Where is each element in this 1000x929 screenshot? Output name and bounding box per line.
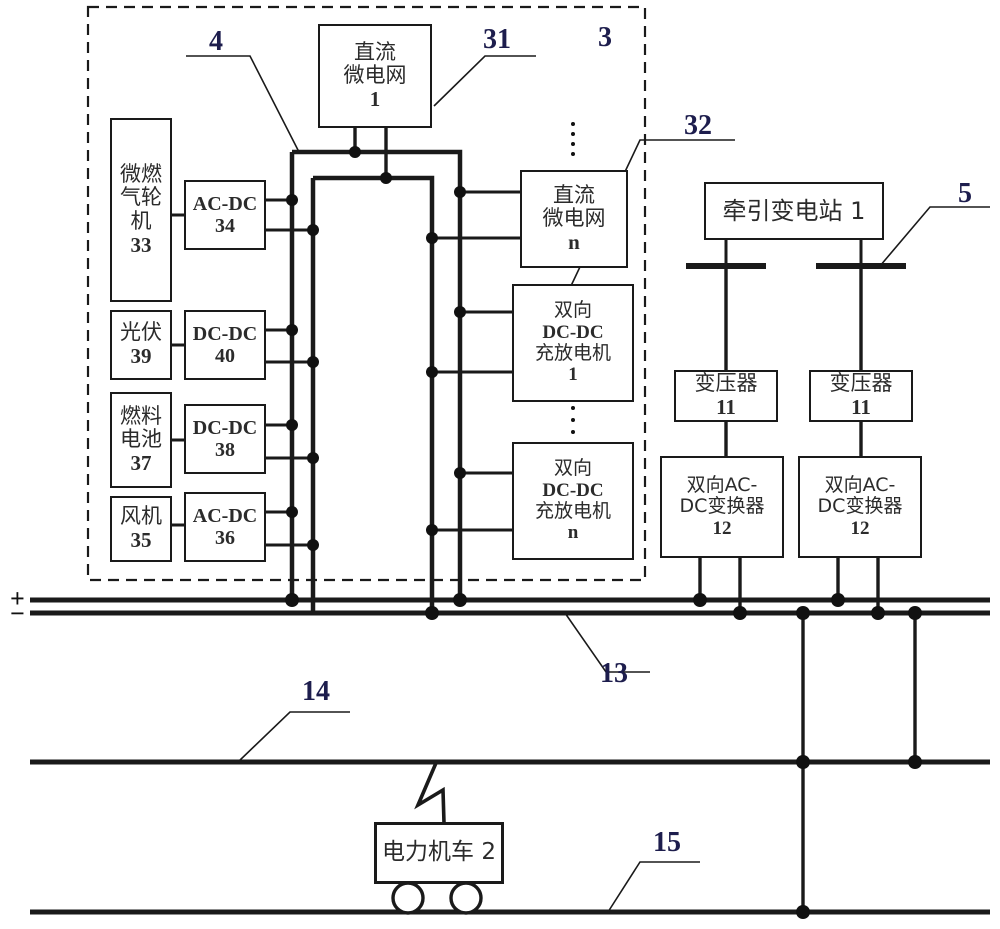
leader-14 <box>237 711 350 763</box>
transformer-right-label: 变压器 <box>829 371 893 396</box>
charger-n-line1: 双向 <box>553 457 592 480</box>
transformer-left-block[interactable]: 变压器 11 <box>674 370 778 422</box>
dc-bus-inner-loop <box>310 175 435 613</box>
charger-1-line2: DC-DC <box>542 321 604 343</box>
fuel-cell-line1: 燃料 <box>120 403 162 428</box>
charger-n-line3: 充放电机 <box>534 500 611 522</box>
charger-n-line2: DC-DC <box>542 479 604 501</box>
dcdc-40-block[interactable]: DC-DC 40 <box>184 310 266 380</box>
acdc12-left-number: 12 <box>712 517 732 539</box>
dcdc-38-block[interactable]: DC-DC 38 <box>184 404 266 474</box>
charger-n-index: n <box>567 522 579 544</box>
transformer-right-block[interactable]: 变压器 11 <box>809 370 913 422</box>
dc-microgrid-n-line1: 直流 <box>553 182 595 207</box>
charger-ellipsis-icon <box>570 406 576 434</box>
wind-number: 35 <box>130 528 152 552</box>
locomotive-wheel-rear <box>449 881 483 915</box>
ref-label-31: 31 <box>483 24 511 55</box>
traction-substation-label: 牵引变电站 1 <box>722 196 866 225</box>
pv-line1: 光伏 <box>120 320 162 345</box>
electric-locomotive-block[interactable]: 电力机车 2 <box>374 822 504 884</box>
dcdc-38-type: DC-DC <box>192 416 258 439</box>
charger-1-line3: 充放电机 <box>534 342 611 364</box>
fuel-cell-block[interactable]: 燃料 电池 37 <box>110 392 172 488</box>
dc-microgrid-1-line2: 微电网 <box>343 63 407 88</box>
gas-turbine-line3: 机 <box>130 209 152 233</box>
electric-locomotive-label: 电力机车 2 <box>382 839 496 866</box>
bidirectional-acdc-converter-right-block[interactable]: 双向AC- DC变换器 12 <box>798 456 922 558</box>
dc-microgrid-1-block[interactable]: 直流 微电网 1 <box>318 24 432 128</box>
dc-microgrid-1-line1: 直流 <box>354 39 396 64</box>
gas-turbine-line2: 气轮 <box>120 185 162 210</box>
leader-31 <box>433 55 536 107</box>
charger-1-index: 1 <box>568 364 578 386</box>
acdc-34-number: 34 <box>215 215 235 237</box>
transformer-right-number: 11 <box>851 395 871 419</box>
dcdc-38-number: 38 <box>215 439 235 461</box>
traction-substation-block[interactable]: 牵引变电站 1 <box>704 182 884 240</box>
acdc12-right-number: 12 <box>850 517 870 539</box>
ref-label-13: 13 <box>600 658 628 689</box>
bidirectional-acdc-converter-left-block[interactable]: 双向AC- DC变换器 12 <box>660 456 784 558</box>
gas-turbine-number: 33 <box>130 232 152 257</box>
ref-label-32: 32 <box>684 110 712 141</box>
acdc-36-type: AC-DC <box>192 504 258 527</box>
dc-microgrid-n-line2: 微电网 <box>542 206 606 231</box>
wind-line1: 风机 <box>120 504 162 529</box>
dc-microgrid-n-index: n <box>568 229 580 254</box>
pv-block[interactable]: 光伏 39 <box>110 310 172 380</box>
leader-15 <box>607 861 700 913</box>
ref-label-5: 5 <box>958 178 972 209</box>
acdc12-right-line2: DC变换器 <box>817 495 903 518</box>
acdc-36-block[interactable]: AC-DC 36 <box>184 492 266 562</box>
leader-5 <box>879 206 990 267</box>
fuel-cell-number: 37 <box>130 450 152 475</box>
dcdc-40-type: DC-DC <box>192 322 258 345</box>
acdc12-left-line1: 双向AC- <box>686 474 758 497</box>
gas-turbine-line1: 微燃 <box>120 161 162 186</box>
dc-microgrid-n-block[interactable]: 直流 微电网 n <box>520 170 628 268</box>
acdc12-right-line1: 双向AC- <box>824 474 896 497</box>
wind-turbine-block[interactable]: 风机 35 <box>110 496 172 562</box>
pv-number: 39 <box>130 344 152 368</box>
pantograph-arm <box>414 762 446 824</box>
bidirectional-dcdc-charger-1-block[interactable]: 双向 DC-DC 充放电机 1 <box>512 284 634 402</box>
bus-minus-sign: − <box>10 599 25 628</box>
charger-1-line1: 双向 <box>553 299 592 322</box>
acdc12-left-line2: DC变换器 <box>679 495 765 518</box>
locomotive-wheel-front <box>391 881 425 915</box>
ref-label-15: 15 <box>653 827 681 858</box>
ref-label-14: 14 <box>302 676 330 707</box>
figure-canvas: 直流 微电网 1 直流 微电网 n 双向 DC-DC 充放电机 1 双向 DC-… <box>0 0 1000 929</box>
microgrid-ellipsis-icon <box>570 122 576 156</box>
dcdc-40-number: 40 <box>215 345 235 367</box>
acdc-34-block[interactable]: AC-DC 34 <box>184 180 266 250</box>
transformer-left-number: 11 <box>716 395 736 419</box>
ref-label-4: 4 <box>209 26 223 57</box>
acdc-34-type: AC-DC <box>192 192 258 215</box>
ref-label-3: 3 <box>598 22 612 53</box>
fuel-cell-line2: 电池 <box>120 427 162 452</box>
bidirectional-dcdc-charger-n-block[interactable]: 双向 DC-DC 充放电机 n <box>512 442 634 560</box>
dc-microgrid-1-index: 1 <box>369 86 381 111</box>
acdc-36-number: 36 <box>215 527 235 549</box>
micro-gas-turbine-block[interactable]: 微燃 气轮 机 33 <box>110 118 172 302</box>
leader-4 <box>186 55 300 153</box>
transformer-left-label: 变压器 <box>694 371 758 396</box>
